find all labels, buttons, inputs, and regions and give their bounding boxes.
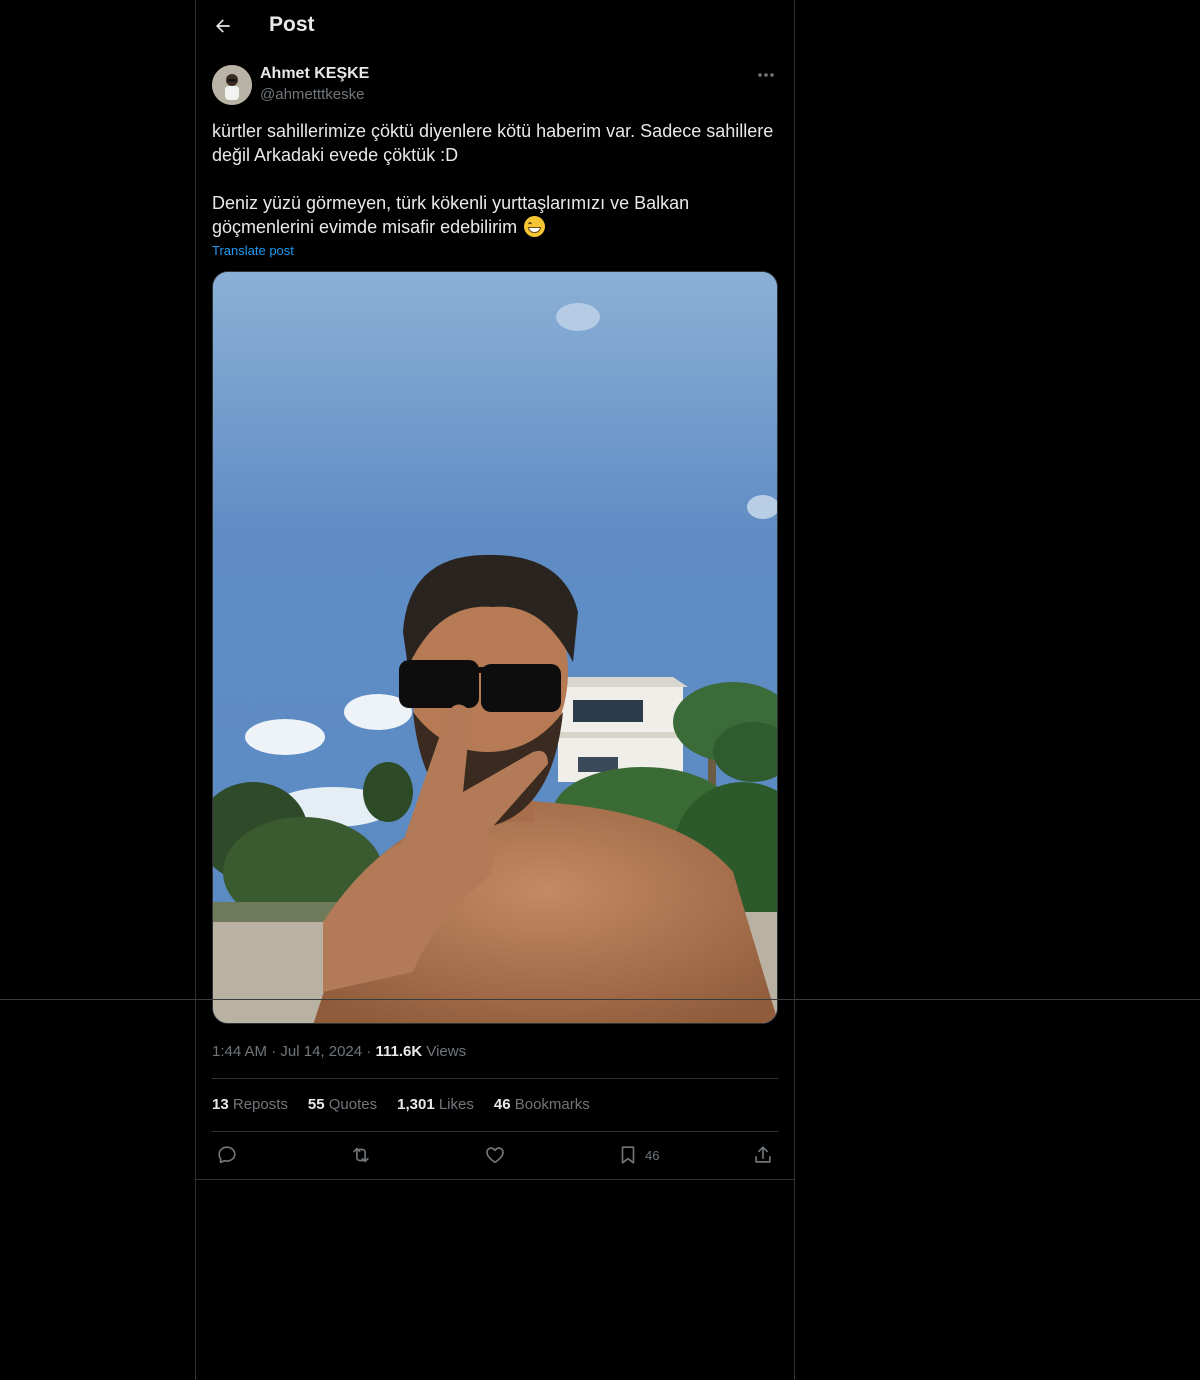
bookmarks-count: 46 [493,1096,511,1113]
post-actions: 46 [212,1143,778,1169]
reply-button[interactable] [216,1143,238,1167]
post-author: Ahmet KEŞKE @ahmetttkeske [212,65,778,107]
avatar[interactable] [212,65,252,105]
post-date[interactable]: Jul 14, 2024 [280,1043,362,1060]
views-label: Views [426,1043,467,1060]
repost-icon [353,1147,369,1163]
reposts-stat[interactable]: 13 Reposts [212,1096,288,1113]
more-horizontal-icon [758,73,774,77]
like-button[interactable] [484,1143,506,1167]
likes-count: 1,301 [397,1096,435,1113]
post-time[interactable]: 1:44 AM [212,1043,267,1060]
back-button[interactable] [206,9,240,43]
post-text-line: Deniz yüzü görmeyen, türk kökenli yurtta… [212,193,690,213]
post-text-line: kürtler sahillerimize çöktü diyenlere kö… [212,121,774,141]
divider [212,1131,778,1132]
share-button[interactable] [752,1143,774,1167]
reposts-label: Reposts [232,1096,288,1113]
views-count: 111.6K [375,1043,423,1060]
reposts-count: 13 [212,1096,229,1113]
more-button[interactable] [754,65,778,85]
grinning-face-emoji-icon [524,216,546,237]
meta-separator: · [366,1043,372,1060]
translate-post-link[interactable]: Translate post [212,243,294,258]
bookmark-count: 46 [645,1147,660,1163]
share-icon [755,1146,771,1163]
meta-separator: · [271,1043,277,1060]
repost-button[interactable] [350,1143,372,1167]
bookmarks-label: Bookmarks [514,1096,590,1113]
page-title: Post [269,13,315,36]
bookmark-icon [621,1146,635,1164]
author-name[interactable]: Ahmet KEŞKE [260,65,369,83]
divider [0,999,1200,1000]
heart-icon [486,1147,504,1164]
post-text-line: değil Arkadaki evede çöktük :D [212,145,459,165]
post-stats: 13 Reposts 55 Quotes 1,301 Likes 46 Book… [212,1096,590,1113]
post-meta: 1:44 AM · Jul 14, 2024 · 111.6K Views [212,1043,466,1060]
likes-stat[interactable]: 1,301 Likes [397,1096,474,1113]
quotes-label: Quotes [328,1096,378,1113]
post-text: kürtler sahillerimize çöktü diyenlere kö… [212,119,778,239]
reply-icon [218,1146,236,1164]
post-bottom-border [196,1179,794,1180]
post-column: Post Ahmet KEŞKE @ahmetttkeske kürtler s… [195,0,795,1380]
post-text-line: göçmenlerini evimde misafir edebilirim [212,217,518,237]
photo-selfie-beach [213,272,777,1023]
likes-label: Likes [438,1096,474,1113]
divider [212,1078,778,1079]
bookmark-button[interactable]: 46 [617,1143,659,1167]
author-handle[interactable]: @ahmetttkeske [260,86,364,103]
quotes-stat[interactable]: 55 Quotes [308,1096,377,1113]
arrow-left-icon [216,19,230,33]
post-photo[interactable] [212,271,778,1024]
post-header: Post [196,0,794,53]
quotes-count: 55 [307,1096,325,1113]
bookmarks-stat[interactable]: 46 Bookmarks [494,1096,590,1113]
